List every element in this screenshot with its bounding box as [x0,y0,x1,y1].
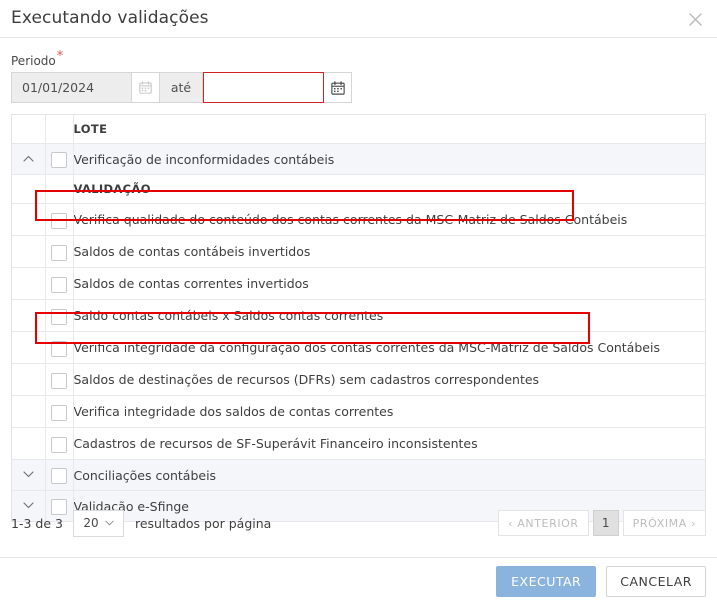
column-header-validacao: VALIDAÇÃO [73,174,705,204]
group-checkbox[interactable] [51,152,67,168]
validation-checkbox[interactable] [51,372,67,389]
period-label: Periodo* [11,50,706,67]
validation-checkbox[interactable] [51,276,67,293]
validation-checkbox[interactable] [51,244,67,261]
validation-label: Verifica qualidade do conteúdo dos conta… [73,203,705,236]
validation-checkbox[interactable] [51,308,67,325]
row-checkbox-cell[interactable] [45,235,74,268]
group-checkbox-cell[interactable] [45,459,74,491]
table-row[interactable]: Saldos de contas correntes invertidos [12,267,705,300]
chevron-down-icon [104,520,114,526]
table-header-row: LOTE [12,115,705,144]
row-checkbox-cell[interactable] [45,203,74,236]
results-per-page-label: resultados por página [134,515,272,531]
row-expand-cell [12,203,46,236]
row-expand-cell [12,395,46,428]
next-page-button[interactable]: PRÓXIMA › [622,510,706,536]
chevron-up-icon[interactable] [23,155,34,166]
group-row[interactable]: Verificação de inconformidades contábeis [12,143,705,175]
validation-label: Verifica integridade da configuração dos… [73,331,705,364]
period-separator-label: até [160,72,203,103]
group-label: Conciliações contábeis [73,459,705,491]
validation-label: Saldos de contas contábeis invertidos [73,235,705,268]
table-row[interactable]: Verifica qualidade do conteúdo dos conta… [12,203,705,236]
period-end-input[interactable] [203,72,324,103]
table-row[interactable]: Verifica integridade da configuração dos… [12,331,705,364]
row-checkbox-cell[interactable] [45,331,74,364]
period-inputs-row: até [11,72,706,103]
subheader-check-cell [45,174,74,204]
dialog-footer: EXECUTAR CANCELAR [0,557,717,605]
row-checkbox-cell[interactable] [45,299,74,332]
row-expand-cell [12,427,46,460]
page-size-select[interactable]: 20 [72,509,124,537]
close-icon[interactable] [683,7,707,31]
period-label-text: Periodo [11,54,56,68]
table-row[interactable]: Cadastros de recursos de SF-Superávit Fi… [12,427,705,460]
validation-checkbox[interactable] [51,436,67,453]
page-size-value: 20 [83,516,99,530]
row-expand-cell [12,299,46,332]
required-marker: * [56,49,64,64]
table-row[interactable]: Saldos de contas contábeis invertidos [12,235,705,268]
period-start-input[interactable] [11,72,132,103]
calendar-icon-start[interactable] [132,72,160,103]
period-field-group: Periodo* até [0,38,717,103]
chevron-down-icon[interactable] [23,470,34,482]
page-title: Executando validações [11,8,209,28]
validation-label: Cadastros de recursos de SF-Superávit Fi… [73,427,705,460]
row-expand-cell [12,363,46,396]
execute-validations-dialog: Executando validações Periodo* 01/01/202… [0,0,717,605]
pagination-range: 1-3 de 3 [11,515,63,531]
group-checkbox[interactable] [51,468,67,484]
group-checkbox-cell[interactable] [45,143,74,175]
row-checkbox-cell[interactable] [45,395,74,428]
cancel-button[interactable]: CANCELAR [606,566,706,597]
row-checkbox-cell[interactable] [45,427,74,460]
validations-table: LOTE Verificação de inconformidades contá… [11,114,706,522]
validation-label: Saldos de contas correntes invertidos [73,267,705,300]
page-number-1[interactable]: 1 [592,510,619,536]
header-expand-cell [12,115,46,144]
table-row[interactable]: Verifica integridade dos saldos de conta… [12,395,705,428]
validation-checkbox[interactable] [51,404,67,421]
group-expand-cell[interactable] [12,459,46,491]
group-label: Verificação de inconformidades contábeis [73,143,705,175]
group-row[interactable]: Conciliações contábeis [12,459,705,491]
dialog-header: Executando validações [0,0,717,38]
subtable-header-row: VALIDAÇÃO [12,174,705,204]
validation-label: Verifica integridade dos saldos de conta… [73,395,705,428]
validation-label: Saldos de destinações de recursos (DFRs)… [73,363,705,396]
pagination-controls: ‹ ANTERIOR 1 PRÓXIMA › [498,510,706,536]
group-expand-cell[interactable] [12,143,46,175]
execute-button[interactable]: EXECUTAR [496,566,597,597]
table-row[interactable]: Saldo contas contábeis x Saldos contas c… [12,299,705,332]
row-checkbox-cell[interactable] [45,363,74,396]
subheader-expand-cell [12,174,46,204]
table-row[interactable]: Saldos de destinações de recursos (DFRs)… [12,363,705,396]
previous-page-button[interactable]: ‹ ANTERIOR [498,510,589,536]
row-expand-cell [12,331,46,364]
calendar-icon-end[interactable] [324,72,352,103]
header-check-cell [45,115,74,144]
validation-label: Saldo contas contábeis x Saldos contas c… [73,299,705,332]
column-header-lote: LOTE [73,115,705,144]
row-expand-cell [12,235,46,268]
row-checkbox-cell[interactable] [45,267,74,300]
validation-checkbox[interactable] [51,212,67,229]
pagination-bar: 1-3 de 3 20 resultados por página ‹ ANTE… [11,505,706,541]
validation-checkbox[interactable] [51,340,67,357]
row-expand-cell [12,267,46,300]
